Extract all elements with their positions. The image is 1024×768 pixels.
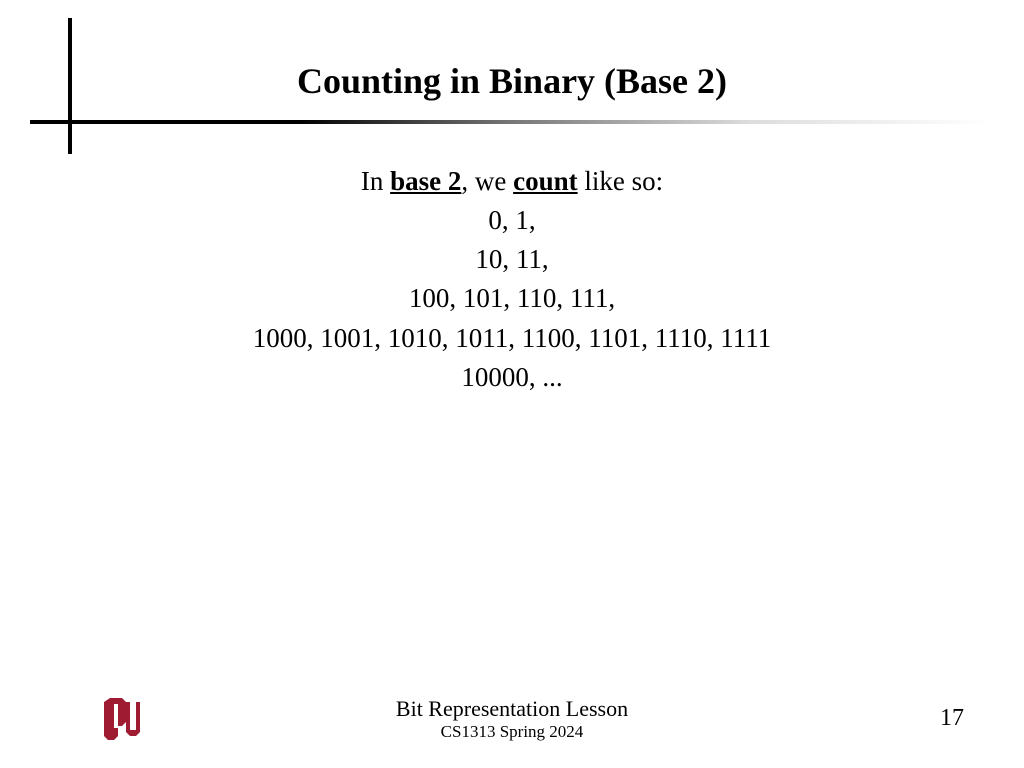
slide-title: Counting in Binary (Base 2) [0, 60, 1024, 102]
intro-line: In base 2, we count like so: [0, 162, 1024, 201]
binary-line-5: 10000, ... [0, 358, 1024, 397]
binary-line-3: 100, 101, 110, 111, [0, 279, 1024, 318]
slide-body: In base 2, we count like so: 0, 1, 10, 1… [0, 162, 1024, 397]
footer-course: CS1313 Spring 2024 [0, 722, 1024, 742]
title-horizontal-rule [30, 120, 992, 124]
binary-line-2: 10, 11, [0, 240, 1024, 279]
intro-count: count [513, 166, 578, 196]
slide-footer: Bit Representation Lesson CS1313 Spring … [0, 684, 1024, 744]
binary-line-4: 1000, 1001, 1010, 1011, 1100, 1101, 1110… [0, 319, 1024, 358]
binary-line-1: 0, 1, [0, 201, 1024, 240]
page-number: 17 [940, 705, 964, 732]
intro-mid: , we [461, 166, 513, 196]
intro-pre: In [361, 166, 390, 196]
footer-lesson-title: Bit Representation Lesson [0, 696, 1024, 722]
intro-post: like so: [578, 166, 664, 196]
title-vertical-rule [68, 18, 72, 154]
intro-base2: base 2 [390, 166, 461, 196]
